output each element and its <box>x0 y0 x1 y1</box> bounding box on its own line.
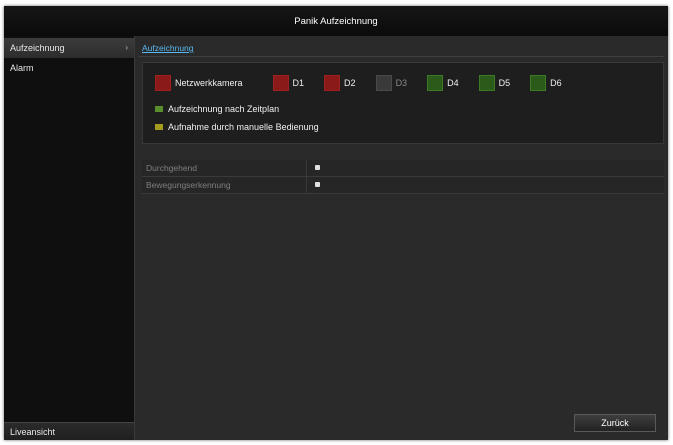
liveansicht-label: Liveansicht <box>10 427 56 437</box>
chevron-right-icon: › <box>125 43 128 52</box>
camera-label: D5 <box>498 78 511 88</box>
camera-status-swatch <box>272 75 289 91</box>
camera-d2[interactable]: D2 <box>324 75 356 91</box>
tab-aufzeichnung[interactable]: Aufzeichnung <box>142 42 194 56</box>
selector-dot-icon <box>315 182 320 187</box>
camera-status-swatch <box>530 75 547 91</box>
legend-label: Aufzeichnung nach Zeitplan <box>168 104 280 114</box>
camera-row: Netzwerkkamera D1 D2 D3 D4 D5 D6 <box>155 75 562 91</box>
schedule-color-icon <box>155 106 163 112</box>
camera-label: D6 <box>550 78 562 88</box>
camera-label: D1 <box>292 78 305 88</box>
title-bar: Panik Aufzeichnung <box>4 6 668 36</box>
tab-bar: Aufzeichnung <box>138 42 664 57</box>
camera-d6[interactable]: D6 <box>530 75 562 91</box>
sidebar-item-label: Aufzeichnung <box>10 43 65 53</box>
selector-dot-icon <box>315 165 320 170</box>
sidebar: Aufzeichnung › Alarm Liveansicht <box>4 36 135 440</box>
row-value-cell[interactable] <box>307 177 664 193</box>
camera-legend: Netzwerkkamera D1 D2 D3 D4 D5 D6 Aufzeic… <box>142 62 664 144</box>
main-panel: Aufzeichnung Netzwerkkamera D1 D2 D3 D4 … <box>138 42 664 436</box>
camera-label: D2 <box>344 78 356 88</box>
dialog-window: Panik Aufzeichnung Aufzeichnung › Alarm … <box>4 6 668 440</box>
legend-manual: Aufnahme durch manuelle Bedienung <box>155 121 319 133</box>
manual-color-icon <box>155 124 163 130</box>
row-value-cell[interactable] <box>307 160 664 176</box>
legend-schedule: Aufzeichnung nach Zeitplan <box>155 103 279 115</box>
camera-status-swatch <box>324 75 341 91</box>
camera-d4[interactable]: D4 <box>427 75 459 91</box>
recording-mode-table: Durchgehend Bewegungserkennung <box>142 160 664 194</box>
legend-label: Aufnahme durch manuelle Bedienung <box>168 122 319 132</box>
camera-label: D4 <box>447 78 459 88</box>
back-button-label: Zurück <box>601 418 629 428</box>
camera-status-swatch <box>375 75 392 91</box>
sidebar-item-alarm[interactable]: Alarm <box>4 58 134 78</box>
sidebar-item-aufzeichnung[interactable]: Aufzeichnung › <box>4 38 134 58</box>
row-label: Durchgehend <box>142 160 307 176</box>
camera-netzwerkkamera[interactable]: Netzwerkkamera <box>155 75 243 91</box>
table-row-durchgehend: Durchgehend <box>142 160 664 177</box>
camera-d5[interactable]: D5 <box>478 75 511 91</box>
camera-status-swatch <box>427 75 444 91</box>
camera-status-swatch <box>155 75 171 91</box>
camera-d3[interactable]: D3 <box>375 75 408 91</box>
table-row-bewegungserkennung: Bewegungserkennung <box>142 177 664 194</box>
window-title: Panik Aufzeichnung <box>294 15 378 27</box>
sidebar-item-label: Alarm <box>10 63 34 73</box>
back-button[interactable]: Zurück <box>574 414 656 432</box>
camera-label: D3 <box>395 78 408 88</box>
camera-d1[interactable]: D1 <box>272 75 305 91</box>
camera-label: Netzwerkkamera <box>175 78 243 88</box>
camera-status-swatch <box>478 75 495 91</box>
liveansicht-button[interactable]: Liveansicht <box>4 422 134 440</box>
row-label: Bewegungserkennung <box>142 177 307 193</box>
